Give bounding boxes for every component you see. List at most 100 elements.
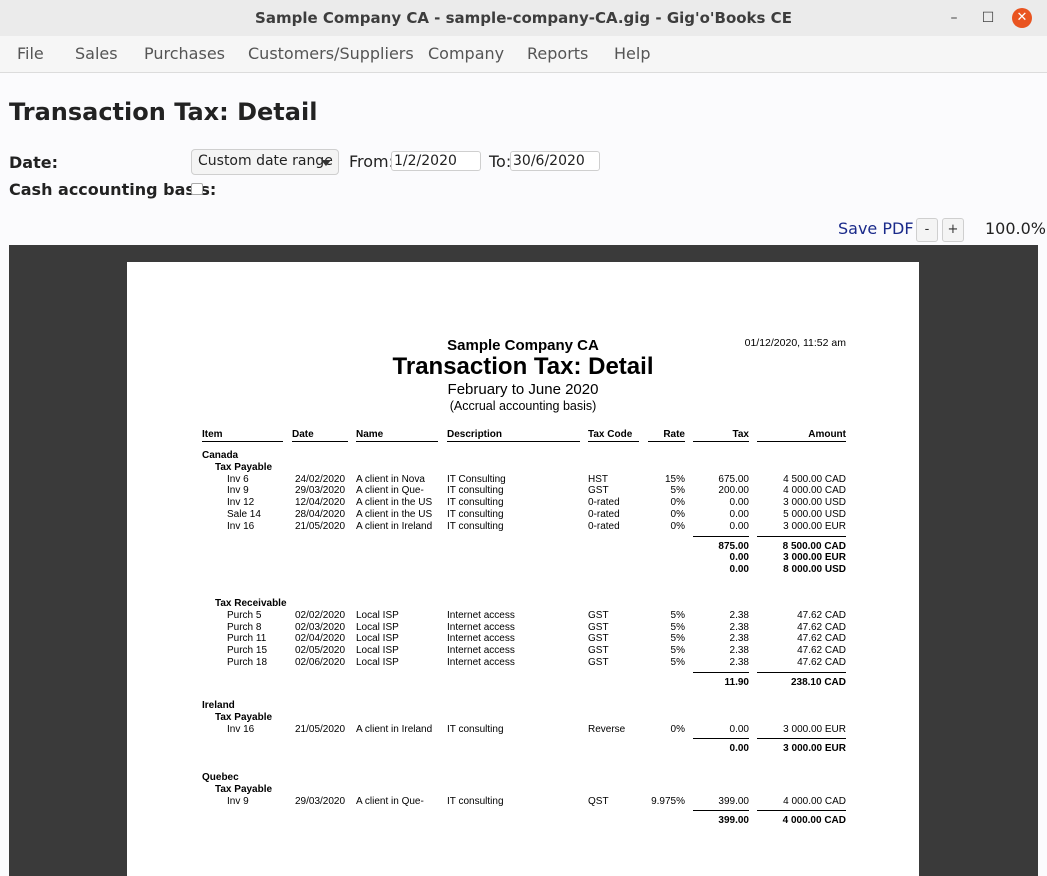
- cell-date: 02/03/2020: [295, 621, 346, 633]
- cell-item: Inv 16: [227, 723, 255, 735]
- cell-item: Inv 6: [227, 473, 249, 485]
- page-title: Transaction Tax: Detail: [9, 98, 318, 126]
- cell-code: 0-rated: [588, 497, 620, 509]
- cell-date: 12/04/2020: [295, 497, 346, 509]
- total-amount: 3 000.00 EUR: [783, 743, 846, 755]
- cell-amount: 47.62 CAD: [797, 609, 846, 621]
- menu-reports[interactable]: Reports: [527, 44, 588, 63]
- cell-description: Internet access: [447, 609, 515, 621]
- cell-amount: 47.62 CAD: [797, 657, 846, 668]
- zoom-in-button[interactable]: +: [942, 218, 964, 242]
- cell-rate: 9.975%: [651, 795, 685, 807]
- cell-code: GST: [588, 633, 609, 645]
- cell-code: GST: [588, 621, 609, 633]
- cell-code: HST: [588, 473, 608, 485]
- report-viewer[interactable]: Sample Company CA Transaction Tax: Detai…: [9, 245, 1038, 876]
- total-tax: 11.90: [724, 676, 749, 688]
- cell-description: IT consulting: [447, 485, 504, 497]
- col-date: Date: [292, 429, 348, 442]
- menu-sales[interactable]: Sales: [75, 44, 118, 63]
- col-tax-code: Tax Code: [588, 429, 639, 442]
- cell-item: Sale 14: [227, 509, 261, 520]
- report-title: Transaction Tax: Detail: [392, 353, 654, 380]
- tax-total-rule: [693, 810, 749, 812]
- total-amount: 8 000.00 USD: [783, 564, 846, 576]
- amount-total-rule: [757, 738, 846, 740]
- cell-code: QST: [588, 795, 609, 807]
- menu-company[interactable]: Company: [428, 44, 504, 63]
- cell-tax: 2.38: [729, 645, 749, 657]
- cash-basis-checkbox[interactable]: [191, 183, 203, 195]
- cell-amount: 4 000.00 CAD: [783, 795, 846, 807]
- cell-code: GST: [588, 645, 609, 657]
- menu-customers-suppliers[interactable]: Customers/Suppliers: [248, 44, 414, 63]
- cell-item: Inv 9: [227, 485, 249, 497]
- tax-total-rule: [693, 738, 749, 740]
- menu-file[interactable]: File: [17, 44, 44, 63]
- cell-description: Internet access: [447, 633, 515, 645]
- cash-basis-label: Cash accounting basis:: [9, 180, 217, 199]
- menu-help[interactable]: Help: [614, 44, 650, 63]
- date-range-select[interactable]: Custom date range: [191, 149, 339, 175]
- cell-amount: 3 000.00 EUR: [783, 520, 846, 532]
- window-title: Sample Company CA - sample-company-CA.gi…: [255, 9, 792, 27]
- zoom-out-button[interactable]: -: [916, 218, 938, 242]
- col-tax: Tax: [693, 429, 749, 442]
- group-heading: Tax Payable: [215, 461, 273, 473]
- total-amount: 3 000.00 EUR: [783, 552, 846, 564]
- cell-date: 21/05/2020: [295, 723, 346, 735]
- menu-purchases[interactable]: Purchases: [144, 44, 225, 63]
- report-page: Sample Company CA Transaction Tax: Detai…: [127, 262, 919, 876]
- cell-description: IT consulting: [447, 723, 504, 735]
- cell-tax: 0.00: [729, 509, 749, 520]
- cell-rate: 15%: [664, 473, 685, 485]
- total-amount: 8 500.00 CAD: [782, 540, 846, 552]
- col-name: Name: [356, 429, 438, 442]
- from-date-input[interactable]: 1/2/2020: [391, 151, 481, 171]
- cell-date: 02/02/2020: [295, 609, 346, 621]
- to-date-input[interactable]: 30/6/2020: [510, 151, 600, 171]
- cell-name: Local ISP: [356, 621, 399, 633]
- cell-name: A client in Que-: [356, 485, 424, 497]
- cell-description: IT Consulting: [447, 473, 506, 485]
- cell-code: GST: [588, 657, 609, 668]
- tax-total-rule: [693, 671, 749, 673]
- report-basis: (Accrual accounting basis): [449, 399, 597, 413]
- group-heading: Tax Payable: [215, 783, 273, 795]
- cell-date: 29/03/2020: [295, 795, 346, 807]
- cell-amount: 47.62 CAD: [797, 633, 846, 645]
- cell-name: Local ISP: [356, 657, 399, 668]
- cell-tax: 0.00: [729, 497, 749, 509]
- zoom-level: 100.0%: [985, 219, 1047, 238]
- cell-tax: 2.38: [729, 621, 749, 633]
- cell-rate: 5%: [670, 657, 685, 668]
- region-heading: Quebec: [202, 772, 239, 783]
- minimize-icon[interactable]: –: [944, 8, 964, 28]
- cell-name: Local ISP: [356, 609, 399, 621]
- col-rate: Rate: [648, 429, 685, 442]
- cell-tax: 200.00: [718, 485, 749, 497]
- cell-date: 02/06/2020: [295, 657, 346, 668]
- close-icon[interactable]: ✕: [1012, 8, 1032, 28]
- col-description: Description: [447, 429, 580, 442]
- cell-item: Inv 9: [227, 795, 249, 807]
- cell-tax: 2.38: [729, 633, 749, 645]
- total-amount: 238.10 CAD: [790, 676, 846, 688]
- cell-item: Inv 16: [227, 520, 255, 532]
- cell-rate: 5%: [670, 485, 685, 497]
- cell-name: A client in Nova: [356, 473, 425, 485]
- cell-amount: 5 000.00 USD: [783, 509, 846, 520]
- save-pdf-link[interactable]: Save PDF: [838, 219, 914, 238]
- cell-date: 21/05/2020: [295, 520, 346, 532]
- cell-description: IT consulting: [447, 509, 504, 520]
- date-range-value: Custom date range: [198, 153, 333, 169]
- maximize-icon[interactable]: ☐: [978, 8, 998, 28]
- cell-rate: 0%: [670, 520, 685, 532]
- cell-amount: 4 500.00 CAD: [783, 473, 846, 485]
- cell-amount: 47.62 CAD: [797, 645, 846, 657]
- cell-name: Local ISP: [356, 645, 399, 657]
- amount-total-rule: [757, 671, 846, 673]
- tax-total-rule: [693, 535, 749, 537]
- cell-description: IT consulting: [447, 497, 504, 509]
- col-amount: Amount: [757, 429, 846, 442]
